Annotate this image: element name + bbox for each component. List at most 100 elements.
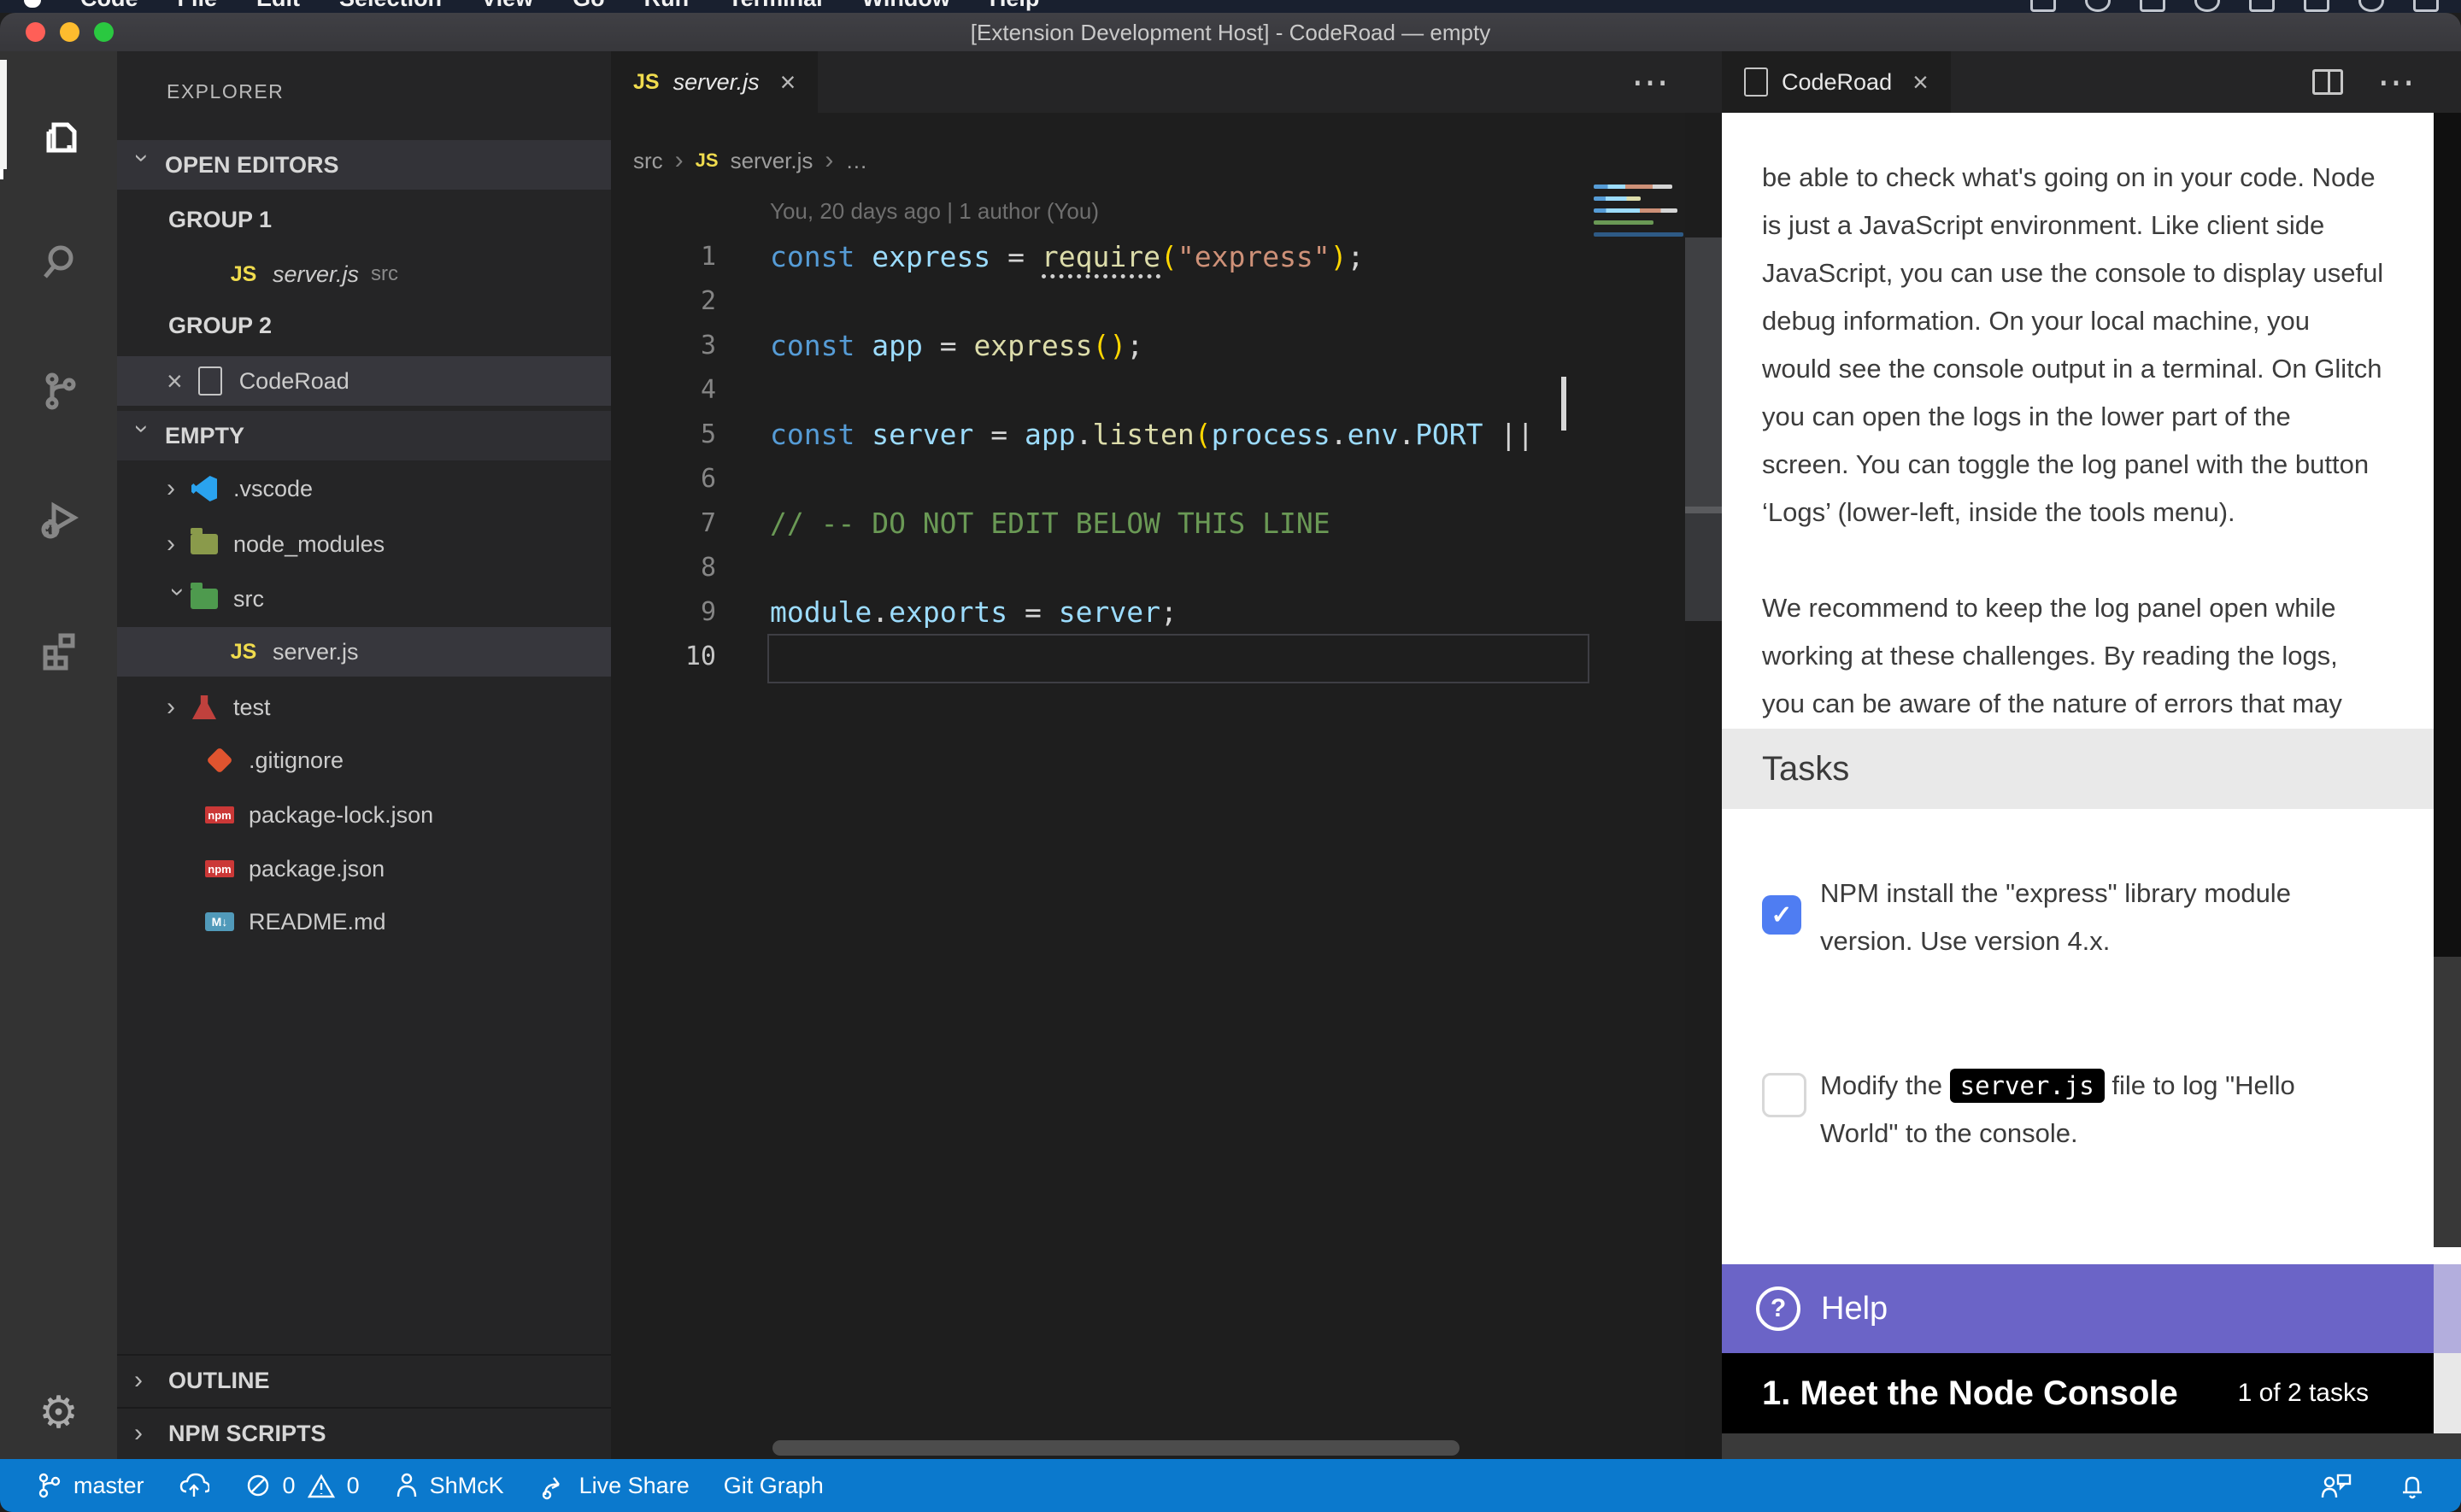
tree-item-server-js[interactable]: JS server.js <box>117 627 611 677</box>
editor-vertical-scrollbar-thumb[interactable] <box>1561 377 1566 431</box>
code-line[interactable]: 6 <box>611 456 1594 501</box>
file-icon <box>195 366 226 396</box>
menu-item-file[interactable]: File <box>178 0 218 12</box>
task-1-text: NPM install the "express" library module… <box>1820 870 2376 965</box>
breadcrumb[interactable]: src › JS server.js › … <box>633 137 867 185</box>
menu-item-run[interactable]: Run <box>644 0 689 12</box>
source-control-icon[interactable] <box>0 349 117 434</box>
code-line[interactable]: 1 const express = require("express"); <box>611 234 1594 278</box>
tree-item-vscode[interactable]: › .vscode <box>117 464 611 513</box>
menu-item-code[interactable]: Code <box>80 0 138 12</box>
js-file-icon: JS <box>696 149 719 172</box>
explorer-sidebar: EXPLORER › OPEN EDITORS GROUP 1 JS serve… <box>117 51 611 1459</box>
npm-icon: npm <box>204 800 235 830</box>
menu-item-terminal[interactable]: Terminal <box>728 0 823 12</box>
search-icon[interactable] <box>0 219 117 304</box>
tree-item-package-json[interactable]: npm package.json <box>117 844 611 894</box>
editor-tab-bar: JS server.js × ⋯ <box>611 51 1722 113</box>
git-branch-status[interactable]: master <box>34 1471 144 1500</box>
editor-horizontal-scrollbar[interactable] <box>772 1440 1460 1456</box>
node-modules-folder-icon <box>189 529 220 560</box>
menubar-status-icons[interactable] <box>2030 0 2439 12</box>
tab-server-js[interactable]: JS server.js × <box>611 51 818 113</box>
editor-splitter-strip[interactable] <box>1685 113 1722 1459</box>
more-actions-icon[interactable]: ⋯ <box>2377 61 2417 104</box>
code-line[interactable]: 7 // -- DO NOT EDIT BELOW THIS LINE <box>611 501 1594 545</box>
webview-scrollbar-thumb[interactable] <box>2434 113 2461 957</box>
code-line[interactable]: 5 const server = app.listen(process.env.… <box>611 412 1594 456</box>
extensions-icon[interactable] <box>0 607 117 692</box>
tree-item-readme[interactable]: M↓ README.md <box>117 897 611 946</box>
lesson-title-bar[interactable]: 1. Meet the Node Console 1 of 2 tasks <box>1722 1353 2461 1433</box>
breadcrumb-separator-icon: › <box>675 146 684 175</box>
settings-gear-icon[interactable]: ⚙ <box>0 1387 117 1439</box>
js-file-icon: JS <box>228 259 259 290</box>
explorer-icon[interactable] <box>0 94 120 179</box>
code-line[interactable]: 3 const app = express(); <box>611 323 1594 367</box>
tree-item-gitignore[interactable]: .gitignore <box>117 735 611 785</box>
more-actions-icon[interactable]: ⋯ <box>1631 61 1671 104</box>
tab-coderoad[interactable]: CodeRoad × <box>1722 51 1951 113</box>
run-debug-icon[interactable] <box>0 477 117 562</box>
menu-item-help[interactable]: Help <box>990 0 1040 12</box>
window-title-bar: [Extension Development Host] - CodeRoad … <box>0 13 2461 52</box>
npm-scripts-section-header[interactable]: › NPM SCRIPTS <box>117 1407 611 1458</box>
sync-changes-button[interactable] <box>179 1471 209 1500</box>
tree-item-test[interactable]: › test <box>117 683 611 732</box>
editor-actions[interactable]: ⋯ <box>1631 51 1671 113</box>
markdown-icon: M↓ <box>204 906 235 937</box>
code-line[interactable]: 8 <box>611 545 1594 589</box>
task-checkbox-unchecked[interactable] <box>1762 1073 1806 1117</box>
coderoad-panel: CodeRoad × ⋯ be able to check what's goi… <box>1722 51 2461 1459</box>
feedback-icon[interactable] <box>2319 1470 2353 1501</box>
js-file-icon: JS <box>228 636 259 667</box>
person-icon <box>394 1471 420 1500</box>
apple-menu-icon[interactable] <box>24 0 41 8</box>
chevron-right-icon: › <box>167 478 189 500</box>
menu-item-window[interactable]: Window <box>862 0 950 12</box>
test-folder-icon <box>189 692 220 723</box>
code-lines[interactable]: 1 const express = require("express"); 2 … <box>611 234 1594 678</box>
outline-section-header[interactable]: › OUTLINE <box>117 1354 611 1405</box>
chevron-right-icon: › <box>167 696 189 718</box>
help-bar[interactable]: ? Help <box>1722 1264 2461 1353</box>
open-editor-coderoad[interactable]: × CodeRoad <box>117 356 611 406</box>
live-share-button[interactable]: Live Share <box>538 1471 690 1500</box>
git-blame-annotation: You, 20 days ago | 1 author (You) <box>770 198 1099 232</box>
tree-item-node-modules[interactable]: › node_modules <box>117 519 611 569</box>
webview-scrollbar-track[interactable] <box>2434 957 2461 1247</box>
menu-item-edit[interactable]: Edit <box>256 0 300 12</box>
webview-scrollbar-track <box>2434 1353 2461 1433</box>
tutorial-text: be able to check what's going on in your… <box>1762 113 2424 823</box>
panel-bottom-strip <box>1722 1433 2461 1459</box>
panel-actions[interactable]: ⋯ <box>2312 51 2417 113</box>
tasks-section-header: Tasks <box>1722 729 2461 809</box>
git-icon <box>204 745 235 776</box>
lesson-progress: 1 of 2 tasks <box>2238 1379 2369 1408</box>
open-editors-header[interactable]: › OPEN EDITORS <box>117 140 611 190</box>
code-line[interactable]: 2 <box>611 278 1594 323</box>
live-share-account[interactable]: ShMcK <box>394 1471 504 1500</box>
workspace-folder-header[interactable]: › EMPTY <box>117 411 611 460</box>
menu-item-selection[interactable]: Selection <box>339 0 442 12</box>
tree-item-package-lock[interactable]: npm package-lock.json <box>117 790 611 840</box>
menu-item-go[interactable]: Go <box>573 0 605 12</box>
cloud-upload-icon <box>179 1471 209 1500</box>
vscode-folder-icon <box>189 473 220 504</box>
problems-status[interactable]: 0 0 <box>244 1471 360 1500</box>
split-editor-icon[interactable] <box>2312 69 2343 95</box>
close-icon[interactable]: × <box>167 366 183 397</box>
open-editor-server-js[interactable]: JS server.js src <box>117 249 611 299</box>
bell-icon[interactable] <box>2398 1470 2427 1501</box>
minimap-selected-line <box>1594 232 1683 237</box>
task-checkbox-checked[interactable]: ✓ <box>1762 895 1801 935</box>
close-tab-icon[interactable]: × <box>1912 67 1929 98</box>
menu-item-view[interactable]: View <box>481 0 533 12</box>
coderoad-webview: be able to check what's going on in your… <box>1722 113 2461 1459</box>
code-line[interactable]: 9 module.exports = server; <box>611 589 1594 634</box>
code-line[interactable]: 4 <box>611 367 1594 412</box>
close-tab-icon[interactable]: × <box>780 67 796 98</box>
minimap[interactable] <box>1594 185 1683 244</box>
tree-item-src[interactable]: › src <box>117 574 611 624</box>
git-graph-button[interactable]: Git Graph <box>724 1473 824 1499</box>
